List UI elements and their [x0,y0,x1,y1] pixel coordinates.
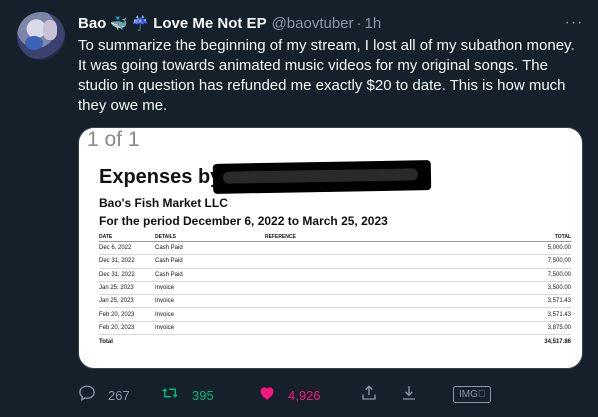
cell-total: 3,875.00 [547,324,571,331]
cell-total: 3,571.43 [547,311,571,318]
cell-details: Invoice [155,298,175,305]
download-icon [400,384,418,407]
like-count: 4,926 [288,387,321,403]
user-handle[interactable]: @baovtuber [272,15,354,32]
cell-total: 5,000.00 [547,245,571,252]
table-row: Jan 25, 2023 Invoice 3,500.00 [99,282,571,296]
cell-details: Cash Paid [155,258,183,265]
cell-date: Feb 20, 2023 [99,324,135,331]
table-total-row: Total 34,517.86 [99,335,571,349]
document-title: Expenses by [99,166,222,188]
whale-emoji-icon: 🐳 [110,15,128,31]
total-label: Total [99,339,113,346]
tweet-text: To summarize the beginning of my stream,… [78,37,575,114]
cell-date: Jan 25, 2023 [99,298,134,305]
reply-icon [78,384,96,407]
table-row: Dec 31, 2022 Cash Paid 7,500.00 [99,269,571,282]
reply-button[interactable]: 267 [78,383,130,407]
retweet-icon [160,384,180,407]
reply-count: 267 [108,387,130,403]
report-period: For the period December 6, 2022 to March… [99,214,388,228]
cell-total: 3,571.43 [547,298,571,305]
retweet-button[interactable]: 395 [160,383,214,407]
redaction-scribble [212,160,432,194]
column-header: REFERENCE [265,233,296,240]
img-extension-badge[interactable]: IMG⃞ [453,386,492,403]
company-name: Bao's Fish Market LLC [99,196,228,210]
display-name[interactable]: Bao [78,15,106,32]
table-row: Feb 20, 2023 Invoice 3,571.43 [99,308,571,322]
cell-total: 7,500.00 [547,258,571,265]
cell-date: Jan 25, 2023 [99,285,134,292]
tweet-actions: 267 395 4,926 IMG⃞ [78,383,584,407]
timestamp[interactable]: 1h [365,15,382,32]
cell-details: Invoice [155,311,175,318]
retweet-count: 395 [192,387,214,403]
cell-total: 3,500.00 [547,285,571,292]
cell-date: Dec 31, 2022 [99,271,135,278]
share-button[interactable] [360,383,390,407]
share-icon [360,384,378,407]
table-header: DATE DETAILS REFERENCE TOTAL [99,232,571,242]
tweet-header: Bao 🐳 ☔ Love Me Not EP @baovtuber · 1h [78,12,578,34]
table-row: Dec 31, 2022 Cash Paid 7,500.00 [99,255,571,269]
cell-date: Dec 6, 2022 [99,245,132,252]
cell-details: Invoice [155,285,175,292]
cell-total: 7,500.00 [547,271,571,278]
column-header: DETAILS [155,233,177,240]
cell-date: Feb 20, 2023 [99,311,135,318]
avatar[interactable] [17,12,65,60]
pager-label: 1 of 1 [87,128,140,151]
column-header: TOTAL [554,233,571,240]
cell-details: Cash Paid [155,271,183,278]
cell-date: Dec 31, 2022 [99,258,135,265]
separator-dot: · [356,14,362,32]
download-button[interactable] [400,383,430,407]
umbrella-emoji-icon: ☔ [131,15,150,31]
heart-icon [258,384,276,407]
table-row: Feb 20, 2023 Invoice 3,875.00 [99,322,571,336]
expense-table: DATE DETAILS REFERENCE TOTAL Dec 6, 2022… [99,232,571,349]
cell-details: Invoice [155,324,175,331]
column-header: DATE [99,233,113,240]
display-name-suffix[interactable]: Love Me Not EP [153,15,266,32]
table-row: Dec 6, 2022 Cash Paid 5,000.00 [99,242,571,256]
table-row: Jan 25, 2023 Invoice 3,571.43 [99,295,571,309]
more-options-icon[interactable]: ··· [563,12,585,34]
media-image[interactable]: 1 of 1 Expenses by Bao's Fish Market LLC… [78,127,583,369]
total-value: 34,517.86 [544,339,571,346]
cell-details: Cash Paid [155,245,183,252]
like-button[interactable]: 4,926 [258,383,321,407]
